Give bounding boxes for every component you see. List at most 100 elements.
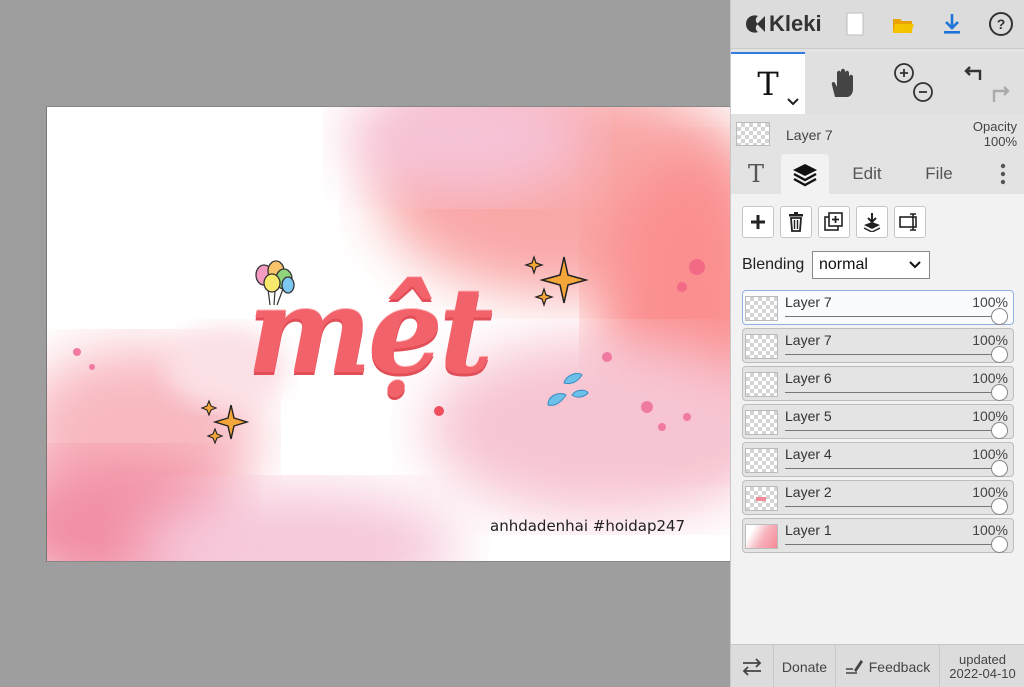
blending-select[interactable]: normal — [812, 251, 930, 279]
opacity-slider-handle[interactable] — [991, 498, 1008, 515]
more-menu-button[interactable] — [989, 154, 1017, 194]
download-icon — [944, 14, 960, 34]
rename-layer-button[interactable] — [894, 206, 926, 238]
layer-row[interactable]: Layer 2 100% — [742, 480, 1014, 515]
layer-thumbnail — [745, 372, 778, 397]
layer-opacity: 100% — [972, 332, 1008, 348]
swap-side-button[interactable] — [731, 645, 774, 687]
layer-name: Layer 7 — [785, 294, 832, 310]
hand-icon — [831, 68, 853, 97]
help-button[interactable]: ? — [977, 0, 1024, 48]
current-layer-name: Layer 7 — [786, 127, 833, 143]
layer-opacity: 100% — [972, 522, 1008, 538]
blending-label: Blending — [742, 256, 805, 273]
text-tool-button[interactable]: T — [731, 52, 805, 114]
undo-redo-icon[interactable] — [960, 58, 1016, 108]
opacity-slider-handle[interactable] — [991, 536, 1008, 553]
tab-edit[interactable]: Edit — [839, 154, 895, 194]
layer-row[interactable]: Layer 7 100% — [742, 328, 1014, 363]
hand-tool-button[interactable] — [807, 52, 877, 114]
opacity-slider-track[interactable] — [785, 430, 999, 431]
opacity-value: 100% — [983, 134, 1017, 149]
feedback-label: Feedback — [868, 658, 931, 675]
opacity-slider-track[interactable] — [785, 468, 999, 469]
layer-row[interactable]: Layer 5 100% — [742, 404, 1014, 439]
layer-thumbnail — [745, 448, 778, 473]
tab-layers[interactable] — [781, 154, 829, 194]
layer-row[interactable]: Layer 1 100% — [742, 518, 1014, 553]
text-tab-icon: T — [747, 160, 764, 188]
opacity-slider-track[interactable] — [785, 506, 999, 507]
layer-thumbnail — [745, 410, 778, 435]
canvas-area[interactable]: mệt anhdadenhai #hoidap247 — [0, 0, 730, 687]
new-image-icon — [846, 12, 864, 36]
chevron-down-icon — [909, 261, 921, 269]
download-button[interactable] — [928, 0, 976, 48]
delete-layer-button[interactable] — [780, 206, 812, 238]
kleki-logo[interactable]: Kleki — [743, 8, 822, 40]
blending-value: normal — [819, 256, 868, 273]
layer-thumbnail — [745, 486, 778, 511]
opacity-label: Opacity — [972, 119, 1017, 134]
tool-row: T — [731, 52, 1024, 114]
feedback-icon — [845, 659, 863, 674]
layer-row[interactable]: Layer 4 100% — [742, 442, 1014, 477]
plus-icon — [751, 215, 765, 229]
balloons-sticker-icon — [255, 260, 295, 306]
layers-pane: Blending normal Layer 7 100% Layer 7 100… — [731, 194, 1024, 644]
layers-icon — [793, 164, 817, 187]
merge-down-icon — [863, 213, 881, 232]
layer-name: Layer 2 — [785, 484, 832, 500]
sweat-drops-sticker-icon — [547, 372, 589, 406]
opacity-slider-handle[interactable] — [991, 460, 1008, 477]
layer-opacity: 100% — [972, 446, 1008, 462]
text-tool-icon: T — [757, 65, 779, 103]
side-panel: Kleki ? T Layer 7 Opacity 100% T Edit Fi… — [730, 0, 1024, 687]
opacity-slider-track[interactable] — [785, 392, 999, 393]
svg-text:?: ? — [997, 16, 1006, 32]
donate-button[interactable]: Donate — [774, 645, 836, 687]
open-folder-icon — [893, 19, 914, 33]
top-bar: Kleki ? — [731, 0, 1024, 49]
layer-row[interactable]: Layer 7 100% — [742, 290, 1014, 325]
new-image-button[interactable] — [831, 0, 879, 48]
layer-name: Layer 7 — [785, 332, 832, 348]
kleki-logo-icon — [746, 15, 765, 33]
opacity-slider-handle[interactable] — [991, 422, 1008, 439]
opacity-slider-handle[interactable] — [991, 346, 1008, 363]
panel-footer: Donate Feedback updated 2022-04-10 — [731, 644, 1024, 687]
open-image-button[interactable] — [879, 0, 927, 48]
layer-opacity: 100% — [972, 408, 1008, 424]
duplicate-layer-button[interactable] — [818, 206, 850, 238]
zoom-in-icon[interactable] — [889, 58, 939, 108]
feedback-button[interactable]: Feedback — [836, 645, 940, 687]
opacity-slider-track[interactable] — [785, 544, 999, 545]
opacity-slider-track[interactable] — [785, 354, 999, 355]
merge-layer-button[interactable] — [856, 206, 888, 238]
history-controls — [951, 52, 1024, 114]
layer-row[interactable]: Layer 6 100% — [742, 366, 1014, 401]
opacity-slider-track[interactable] — [785, 316, 999, 317]
current-layer-thumbnail — [736, 122, 770, 146]
help-icon: ? — [989, 12, 1013, 36]
chevron-down-icon[interactable] — [787, 98, 799, 106]
swap-arrows-icon — [742, 657, 762, 676]
current-layer-info: Layer 7 Opacity 100% — [731, 116, 1024, 152]
zoom-controls — [879, 52, 949, 114]
artwork-canvas[interactable]: mệt anhdadenhai #hoidap247 — [46, 106, 730, 562]
layer-name: Layer 6 — [785, 370, 832, 386]
updated-date: 2022-04-10 — [949, 665, 1016, 681]
updated-label: updated — [959, 651, 1006, 667]
sparkles-sticker-icon — [524, 255, 589, 307]
layer-thumbnail — [745, 296, 778, 321]
donate-label: Donate — [781, 658, 828, 675]
add-layer-button[interactable] — [742, 206, 774, 238]
duplicate-icon — [824, 212, 843, 231]
update-info[interactable]: updated 2022-04-10 — [940, 645, 1024, 687]
tab-text[interactable]: T — [735, 154, 777, 194]
layer-name: Layer 1 — [785, 522, 832, 538]
layer-name: Layer 5 — [785, 408, 832, 424]
tab-file[interactable]: File — [911, 154, 967, 194]
opacity-slider-handle[interactable] — [991, 384, 1008, 401]
opacity-slider-handle[interactable] — [991, 308, 1008, 325]
